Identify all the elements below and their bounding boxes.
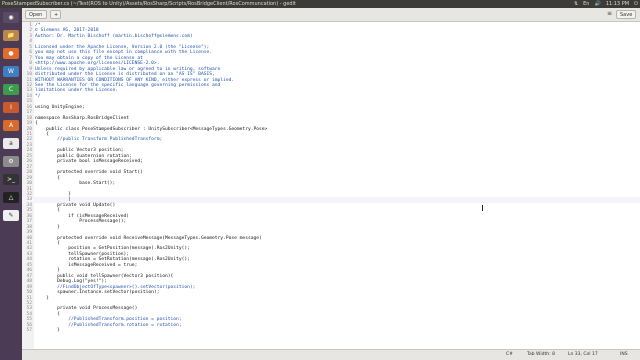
code-text: ProcessMessage(); [35, 219, 127, 225]
power-icon[interactable]: ⏻ [634, 0, 638, 8]
gedit-icon[interactable]: ✎ [3, 210, 19, 221]
software-icon[interactable]: A [3, 120, 19, 131]
code-text: Unless required by applicable law or agr… [35, 66, 221, 72]
code-text: namespace RosSharp.RosBridgeClient [35, 115, 130, 121]
amazon-icon[interactable]: a [3, 138, 19, 149]
code-text: Debug.Log("yes!"); [35, 279, 107, 285]
code-text: //public Transform PublishedTransform; [35, 137, 163, 143]
line-number: 57 [26, 328, 32, 334]
clock[interactable]: 11:13 PM [606, 0, 629, 8]
code-text: { [35, 121, 38, 127]
writer-icon[interactable]: W [3, 66, 19, 77]
language-selector[interactable]: C# [506, 352, 513, 357]
code-text: //PublishedTransform.rotation = rotation… [35, 322, 182, 328]
insert-mode: INS [620, 352, 628, 357]
code-text: //FindObjectOfType<spawner>().setVector(… [35, 284, 196, 290]
code-text: protected override void ReceiveMessage(M… [35, 235, 262, 241]
code-text: You may obtain a copy of the License at [35, 55, 143, 61]
impress-icon[interactable]: I [3, 102, 19, 113]
settings-icon[interactable]: ⚙ [3, 156, 19, 167]
code-text: WITHOUT WARRANTIES OR CONDITIONS OF ANY … [35, 77, 235, 83]
firefox-icon[interactable]: ● [3, 48, 19, 59]
code-text: { [35, 175, 60, 181]
plus-label: + [54, 12, 59, 18]
code-text: public class PoseStampedSubscriber : Uni… [35, 126, 268, 132]
files-icon[interactable]: 📁 [3, 30, 19, 41]
code-text: private void ProcessMessage() [35, 306, 138, 312]
code-text: } [35, 224, 60, 230]
code-text: Author: Dr. Martin Bischoff (martin.bisc… [35, 33, 193, 39]
code-text: } [35, 268, 60, 274]
code-editor[interactable]: 1/* 2 © Siemens AG, 2017-2018 3 Author: Dr. … [22, 22, 640, 349]
code-text: } [35, 328, 60, 334]
code-text: limitations under the License. [35, 88, 118, 94]
launcher: ◉ 📁 ● W C I Aa ⚙ >_ △ ✎ [0, 8, 22, 360]
system-tray: ⇅ En 🔊 11:13 PM ⏻ [574, 0, 638, 8]
code-text: © Siemens AG, 2017-2018 [35, 28, 99, 34]
save-button[interactable]: Save [616, 10, 636, 19]
code-text: } [35, 295, 49, 301]
tab-width-selector[interactable]: Tab Width: 8 [527, 352, 555, 357]
keyboard-icon[interactable]: En [583, 0, 589, 8]
code-text: position = GetPosition(message).Ros2Unit… [35, 246, 190, 252]
open-button[interactable]: Open ▾ [25, 10, 47, 27]
code-text: */ [35, 93, 41, 99]
code-text: spawner.Instance.setVector(position); [35, 290, 160, 296]
code-text: protected override void Start() [35, 170, 143, 176]
code-text: distributed under the License is distrib… [35, 72, 215, 78]
cursor-position: Ln 33, Col 17 [568, 352, 598, 357]
code-text: { [35, 208, 60, 214]
code-text: public Vector3 position; [35, 148, 124, 154]
code-text: //PublishedTransform.position = position… [35, 317, 182, 323]
code-text: if (isMessageReceived) [35, 213, 130, 219]
search-icon[interactable]: ◉ [3, 12, 19, 23]
top-panel: PoseStampedSubscriber.cs (~/Test(ROS to … [0, 0, 640, 8]
volume-icon[interactable]: 🔊 [594, 0, 600, 8]
open-label: Open [29, 12, 43, 18]
window-title: PoseStampedSubscriber.cs (~/Test(ROS to … [2, 1, 296, 7]
status-bar: C# Tab Width: 8 Ln 33, Col 17 INS [22, 349, 640, 360]
network-icon[interactable]: ⇅ [574, 0, 578, 8]
hamburger-menu-icon[interactable]: ≡ [607, 10, 612, 17]
header-bar: Open ▾ + ≡ Save [22, 8, 640, 27]
terminal-icon[interactable]: >_ [3, 174, 19, 185]
save-label: Save [620, 12, 633, 18]
calc-icon[interactable]: C [3, 84, 19, 95]
code-text: public void tellSpawner(Vector3 position… [35, 273, 174, 279]
code-text: <http://www.apache.org/licenses/LICENSE-… [35, 61, 160, 67]
mouse-cursor [482, 205, 483, 211]
code-text: base.Start(); [35, 181, 116, 187]
code-text: private bool isMessageReceived; [35, 159, 143, 165]
code-text: rotation = GetRotation(message).Ros2Unit… [35, 257, 190, 263]
code-text: you may not use this file except in comp… [35, 50, 213, 56]
code-line[interactable]: 57 } [22, 328, 640, 333]
code-text: using UnityEngine; [35, 104, 85, 110]
unity-icon[interactable]: △ [3, 192, 19, 203]
new-tab-button[interactable]: + [50, 10, 61, 19]
code-text: | [35, 197, 71, 203]
